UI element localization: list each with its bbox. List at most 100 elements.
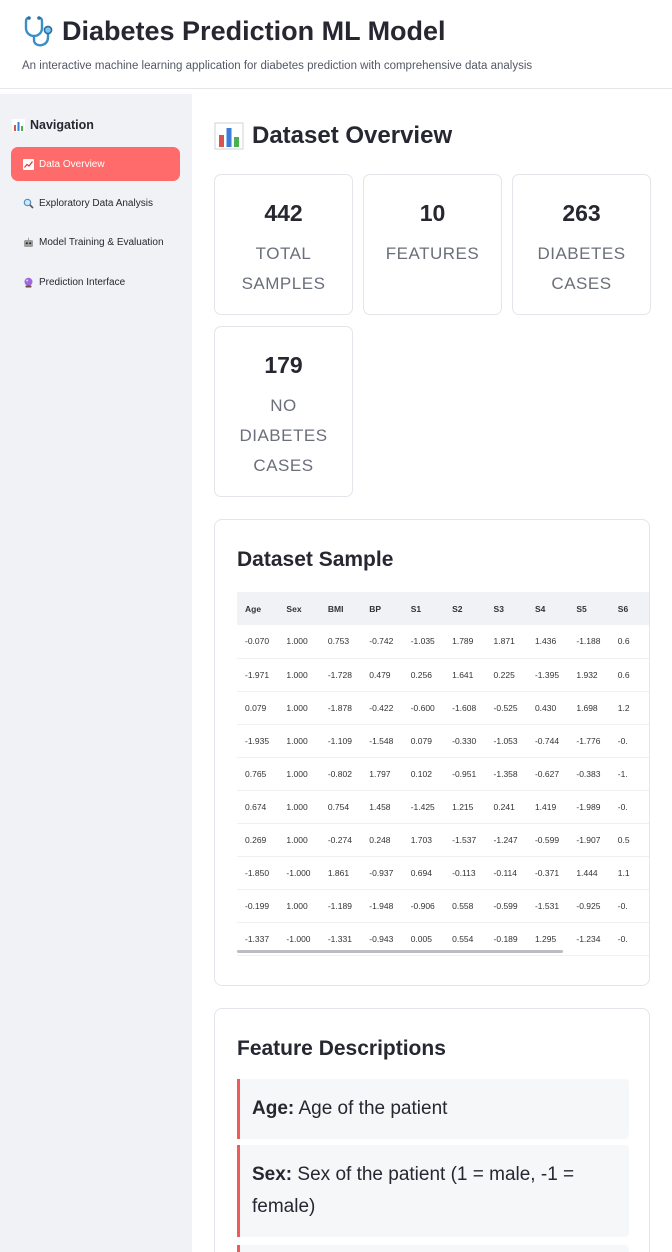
page-title-text: Dataset Overview: [252, 122, 453, 149]
nav-heading-label: Navigation: [30, 118, 94, 132]
column-header[interactable]: S4: [526, 592, 569, 625]
table-cell: -0.744: [526, 724, 569, 758]
table-cell: -0.525: [485, 691, 527, 725]
table-cell: -0.: [609, 724, 649, 758]
dataset-sample-card: Dataset Sample Age Sex BMI BP S1 S2 S3 S…: [214, 519, 650, 986]
column-header[interactable]: S5: [568, 592, 610, 625]
table-cell: -0.599: [485, 889, 527, 923]
table-cell: 0.765: [237, 757, 279, 791]
bar-chart-icon: [12, 118, 25, 132]
sidebar-item-model-training[interactable]: Model Training & Evaluation: [11, 225, 180, 259]
table-horizontal-scrollbar[interactable]: [237, 950, 563, 953]
table-cell: -1.728: [319, 658, 362, 692]
table-cell: -0.906: [402, 889, 445, 923]
column-header[interactable]: S1: [402, 592, 445, 625]
table-cell: -1.935: [237, 724, 279, 758]
table-cell: 0.102: [402, 757, 445, 791]
table-row: -0.070 1.000 0.753 -0.742 -1.035 1.789 1.871 1.…: [237, 625, 649, 659]
table-cell: 0.694: [402, 856, 445, 890]
table-cell: -0.274: [319, 823, 362, 857]
table-row: 0.079 1.000 -1.878 -0.422 -0.600 -1.608 -0.525…: [237, 691, 649, 725]
feature-name: Age:: [252, 1098, 295, 1119]
table-cell: -1.907: [568, 823, 610, 857]
crystal-ball-icon: [22, 276, 34, 288]
table-cell: 0.753: [319, 625, 362, 659]
table-cell: -0.199: [237, 889, 279, 923]
table-cell: 1.215: [444, 790, 486, 824]
table-cell: -0.742: [361, 625, 403, 659]
table-cell: -1.188: [568, 625, 610, 659]
sidebar-item-label: Model Training & Evaluation: [39, 236, 164, 248]
table-cell: 1.000: [278, 691, 320, 725]
table-cell: 0.6: [609, 658, 649, 692]
table-cell: -0.070: [237, 625, 279, 659]
table-cell: -0.627: [526, 757, 569, 791]
column-header[interactable]: Age: [237, 592, 279, 625]
table-cell: -1.000: [278, 856, 320, 890]
page-title: Dataset Overview: [214, 122, 452, 150]
app-title: Diabetes Prediction ML Model: [22, 14, 446, 48]
table-cell: 0.256: [402, 658, 445, 692]
main-content: Dataset Overview 442 Total Samples 10 Fe…: [192, 94, 672, 1252]
dataset-sample-title: Dataset Sample: [237, 548, 394, 571]
dataset-table-container[interactable]: Age Sex BMI BP S1 S2 S3 S4 S5 S6 -0.070 1…: [237, 592, 649, 956]
app-subtitle: An interactive machine learning applicat…: [22, 60, 533, 72]
column-header[interactable]: S3: [485, 592, 527, 625]
table-cell: -0.: [609, 790, 649, 824]
table-row: 0.269 1.000 -0.274 0.248 1.703 -1.537 -1.247 -0…: [237, 823, 649, 857]
table-cell: 1.789: [444, 625, 486, 659]
table-cell: 1.703: [402, 823, 445, 857]
table-cell: 0.674: [237, 790, 279, 824]
column-header[interactable]: Sex: [278, 592, 320, 625]
table-cell: 0.5: [609, 823, 649, 857]
metric-label: No Diabetes Cases: [239, 396, 328, 475]
table-cell: 1.000: [278, 757, 320, 791]
table-cell: 1.000: [278, 625, 320, 659]
table-cell: 0.079: [237, 691, 279, 725]
app-title-text: Diabetes Prediction ML Model: [62, 15, 446, 46]
stethoscope-icon: [24, 16, 53, 47]
table-cell: -0.925: [568, 889, 610, 923]
table-cell: 1.932: [568, 658, 610, 692]
sidebar: Navigation Data Overview Exploratory Dat…: [0, 94, 192, 1252]
table-cell: 1.1: [609, 856, 649, 890]
robot-icon: [22, 236, 34, 248]
table-cell: 0.079: [402, 724, 445, 758]
table-cell: -1.035: [402, 625, 445, 659]
table-cell: -1.234: [568, 922, 610, 956]
table-cell: 1.000: [278, 823, 320, 857]
table-cell: -1.109: [319, 724, 362, 758]
table-cell: 0.558: [444, 889, 486, 923]
metric-diabetes-cases: 263 Diabetes Cases: [512, 174, 651, 315]
table-cell: -1.878: [319, 691, 362, 725]
table-cell: -1.608: [444, 691, 486, 725]
sidebar-item-data-overview[interactable]: Data Overview: [11, 147, 180, 181]
table-body: -0.070 1.000 0.753 -0.742 -1.035 1.789 1.871 1.…: [237, 625, 649, 956]
table-cell: 1.2: [609, 691, 649, 725]
table-cell: 1.444: [568, 856, 610, 890]
table-cell: 1.698: [568, 691, 610, 725]
table-cell: -1.948: [361, 889, 403, 923]
table-cell: 0.479: [361, 658, 403, 692]
metric-features: 10 Features: [363, 174, 502, 315]
table-cell: 1.000: [278, 790, 320, 824]
metric-value: 263: [562, 200, 601, 226]
feature-description-item: [237, 1245, 629, 1252]
column-header[interactable]: BP: [361, 592, 403, 625]
column-header[interactable]: S6: [609, 592, 649, 625]
sidebar-item-label: Exploratory Data Analysis: [39, 197, 153, 209]
column-header[interactable]: S2: [444, 592, 486, 625]
table-cell: -1.531: [526, 889, 569, 923]
table-cell: -1.776: [568, 724, 610, 758]
metric-label: Features: [385, 244, 480, 263]
table-cell: -0.599: [526, 823, 569, 857]
table-row: 0.674 1.000 0.754 1.458 -1.425 1.215 0.241 1.41…: [237, 790, 649, 824]
sidebar-item-eda[interactable]: Exploratory Data Analysis: [11, 186, 180, 220]
sidebar-item-prediction[interactable]: Prediction Interface: [11, 265, 180, 299]
table-cell: -1.395: [526, 658, 569, 692]
feature-description-item: Sex: Sex of the patient (1 = male, -1 = …: [237, 1145, 629, 1237]
table-cell: 0.6: [609, 625, 649, 659]
table-cell: -1.425: [402, 790, 445, 824]
column-header[interactable]: BMI: [319, 592, 362, 625]
metric-value: 10: [419, 200, 446, 226]
